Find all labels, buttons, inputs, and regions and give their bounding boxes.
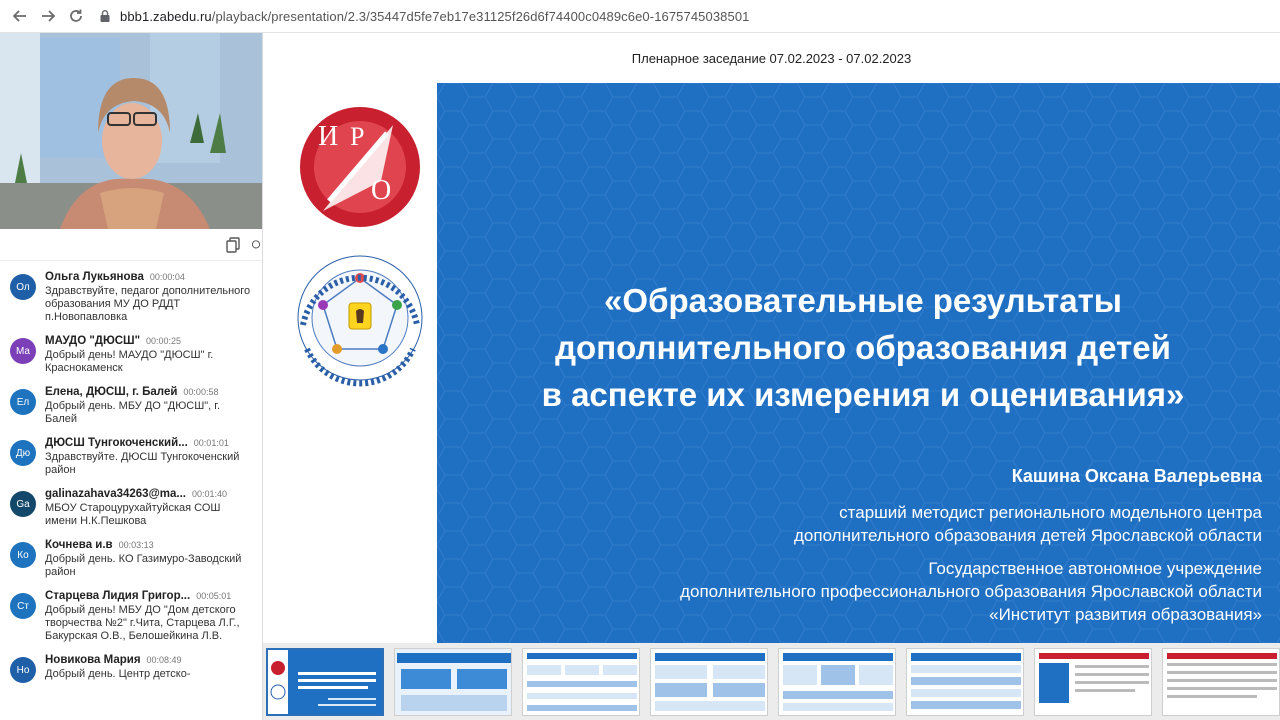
svg-text:Р: Р bbox=[350, 122, 364, 151]
slide-thumbnail[interactable] bbox=[522, 647, 640, 716]
message-text: МБОУ Староцурухайтуйская СОШ имени Н.К.П… bbox=[45, 502, 221, 527]
svg-text:И: И bbox=[318, 121, 338, 152]
slide-author-position: старший методист регионального модельног… bbox=[793, 503, 1262, 545]
message-text: Добрый день. Центр детско- bbox=[45, 668, 191, 680]
sidebar: Ол Ольга Лукьянова 00:00:04 Здравствуйте,… bbox=[0, 33, 263, 720]
slide-organization: Государственное автономное учреждение до… bbox=[680, 559, 1262, 624]
message-text: Добрый день. КО Газимуро-Заводский район bbox=[45, 553, 242, 578]
slide-thumbnail[interactable] bbox=[906, 647, 1024, 716]
message-time: 00:00:04 bbox=[149, 272, 185, 282]
slide-heading: «Образовательные результаты дополнительн… bbox=[541, 282, 1185, 413]
copy-icon[interactable] bbox=[224, 235, 244, 255]
slide-thumbnail[interactable] bbox=[1034, 647, 1152, 716]
url-text: bbb1.zabedu.ru/playback/presentation/2.3… bbox=[120, 8, 750, 24]
chat-message: Ст Старцева Лидия Григор... 00:05:01 Добр… bbox=[0, 590, 262, 643]
avatar: Ga bbox=[10, 491, 36, 517]
avatar: Ел bbox=[10, 389, 36, 415]
slide-logo-panel: И Р О bbox=[263, 83, 437, 643]
avatar: Ко bbox=[10, 542, 36, 568]
message-author: Кочнева и.в bbox=[45, 539, 113, 551]
slide: И Р О «Образовательные результаты дополн… bbox=[263, 83, 1280, 643]
avatar: Ол bbox=[10, 274, 36, 300]
chat-list: Ол Ольга Лукьянова 00:00:04 Здравствуйте,… bbox=[0, 261, 262, 683]
message-time: 00:00:58 bbox=[183, 387, 219, 397]
avatar: Ма bbox=[10, 338, 36, 364]
message-author: МАУДО "ДЮСШ" bbox=[45, 335, 141, 347]
message-author: Новикова Мария bbox=[45, 654, 141, 666]
slide-thumbnail[interactable] bbox=[650, 647, 768, 716]
svg-text:О: О bbox=[371, 175, 391, 206]
slide-thumbnail[interactable] bbox=[266, 647, 384, 716]
back-icon[interactable] bbox=[6, 2, 34, 30]
presentation-title: Пленарное заседание 07.02.2023 - 07.02.2… bbox=[631, 50, 912, 66]
avatar: Но bbox=[10, 657, 36, 683]
message-time: 00:01:01 bbox=[193, 438, 229, 448]
address-bar[interactable]: bbb1.zabedu.ru/playback/presentation/2.3… bbox=[98, 3, 749, 29]
message-time: 00:03:13 bbox=[118, 540, 154, 550]
chat-message: Ма МАУДО "ДЮСШ" 00:00:25 Добрый день! МАУ… bbox=[0, 335, 262, 375]
message-author: Ольга Лукьянова bbox=[45, 271, 144, 283]
chat-message: Ga galinazahava34263@ma... 00:01:40 МБОУ … bbox=[0, 488, 262, 528]
slide-thumbnail[interactable] bbox=[1162, 647, 1280, 716]
browser-toolbar: bbb1.zabedu.ru/playback/presentation/2.3… bbox=[0, 0, 1280, 33]
message-time: 00:00:25 bbox=[146, 336, 182, 346]
chat-message: Но Новикова Мария 00:08:49 Добрый день. Ц… bbox=[0, 654, 262, 683]
chat-message: Ол Ольга Лукьянова 00:00:04 Здравствуйте,… bbox=[0, 271, 262, 324]
slide-thumbnails bbox=[263, 643, 1280, 720]
message-author: ДЮСШ Тунгокоченский... bbox=[45, 437, 188, 449]
message-text: Добрый день! МАУДО "ДЮСШ" г. Краснокамен… bbox=[45, 349, 214, 374]
reload-icon[interactable] bbox=[62, 2, 90, 30]
chat-message: Ел Елена, ДЮСШ, г. Балей 00:00:58 Добрый … bbox=[0, 386, 262, 426]
chat-search-icon[interactable] bbox=[250, 235, 262, 255]
message-time: 00:08:49 bbox=[146, 655, 182, 665]
message-text: Здравствуйте, педагог дополнительного об… bbox=[45, 285, 251, 323]
iro-logo: И Р О bbox=[300, 107, 420, 227]
forward-icon[interactable] bbox=[34, 2, 62, 30]
avatar: Ст bbox=[10, 593, 36, 619]
webcam-video bbox=[0, 33, 262, 229]
message-author: Старцева Лидия Григор... bbox=[45, 590, 191, 602]
message-time: 00:05:01 bbox=[196, 591, 232, 601]
slide-thumbnail[interactable] bbox=[778, 647, 896, 716]
chat-message: Дю ДЮСШ Тунгокоченский... 00:01:01 Здравс… bbox=[0, 437, 262, 477]
message-text: Добрый день! МБУ ДО "Дом детского творче… bbox=[45, 604, 240, 642]
slide-thumbnail[interactable] bbox=[394, 647, 512, 716]
avatar: Дю bbox=[10, 440, 36, 466]
message-text: Добрый день. МБУ ДО "ДЮСШ", г. Балей bbox=[45, 400, 221, 425]
message-text: Здравствуйте. ДЮСШ Тунгокоченский район bbox=[45, 451, 240, 476]
chat-toolbar bbox=[0, 229, 262, 261]
slide-author: Кашина Оксана Валерьевна bbox=[1011, 466, 1262, 486]
regional-center-emblem bbox=[297, 255, 423, 387]
message-author: Елена, ДЮСШ, г. Балей bbox=[45, 386, 178, 398]
lock-icon bbox=[100, 10, 110, 22]
chat-message: Ко Кочнева и.в 00:03:13 Добрый день. КО Г… bbox=[0, 539, 262, 579]
message-author: galinazahava34263@ma... bbox=[45, 488, 186, 500]
message-time: 00:01:40 bbox=[192, 489, 228, 499]
